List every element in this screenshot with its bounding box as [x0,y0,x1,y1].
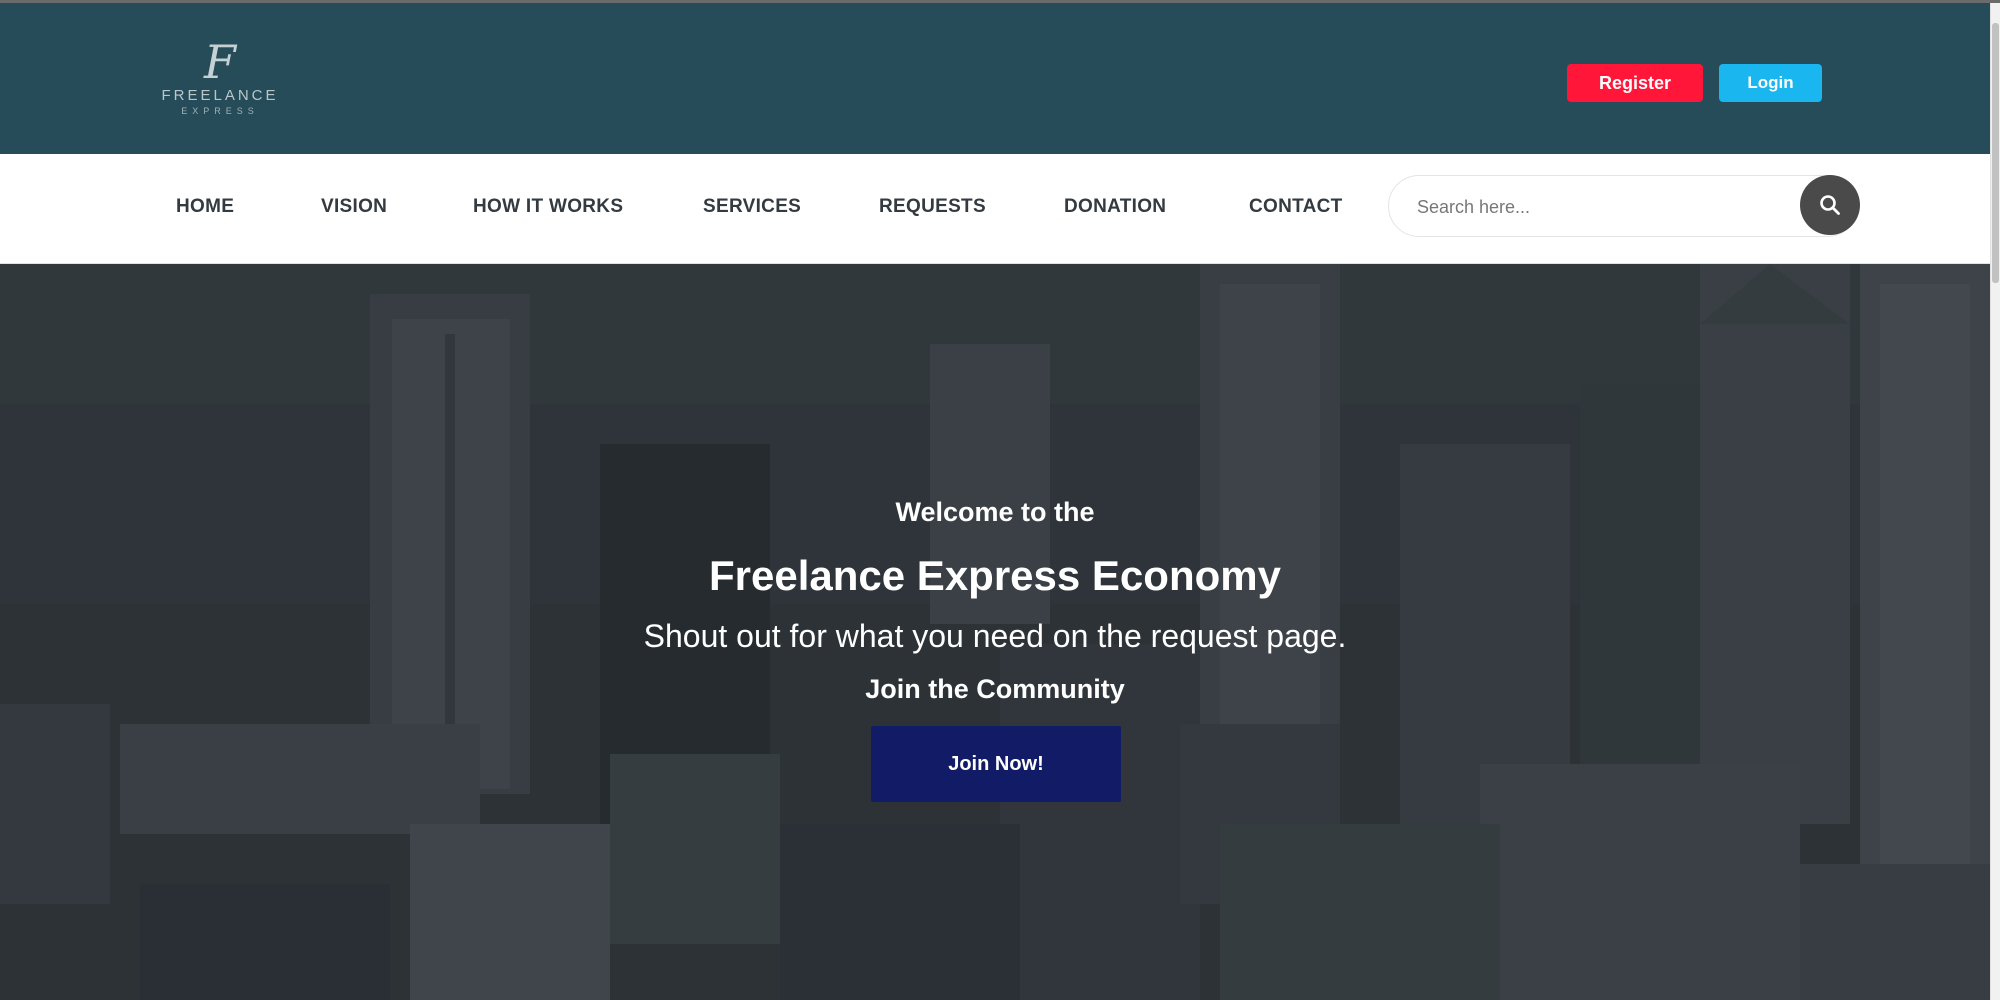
search-button[interactable] [1800,175,1860,235]
logo-subtitle: EXPRESS [181,106,259,116]
page-scrollbar[interactable] [1990,3,2000,1000]
join-community-text: Join the Community [865,674,1125,704]
hero-title: Freelance Express Economy [709,552,1281,599]
hero-welcome-text: Welcome to the [895,497,1095,527]
register-button[interactable]: Register [1567,64,1703,102]
nav-item-home[interactable]: HOME [176,196,234,218]
search-box [1388,175,1858,237]
scrollbar-thumb[interactable] [1992,23,1999,283]
nav-item-contact[interactable]: CONTACT [1249,196,1343,218]
freelance-express-logo[interactable]: F FREELANCE EXPRESS [150,39,290,125]
logo-mark: F [204,35,236,89]
login-button[interactable]: Login [1719,64,1822,102]
main-navigation: HOME VISION HOW IT WORKS SERVICES REQUES… [0,154,1990,264]
nav-item-vision[interactable]: VISION [321,196,387,218]
search-input[interactable] [1417,190,1777,224]
nav-item-requests[interactable]: REQUESTS [879,196,986,218]
nav-item-services[interactable]: SERVICES [703,196,801,218]
search-icon [1820,195,1840,215]
logo-name: FREELANCE [161,87,279,104]
nav-item-donation[interactable]: DONATION [1064,196,1166,218]
hero-subtitle: Shout out for what you need on the reque… [643,618,1347,654]
hero-section: Welcome to the Freelance Express Economy… [0,264,1990,1000]
site-header: F FREELANCE EXPRESS Register Login [0,3,1990,154]
join-now-button[interactable]: Join Now! [871,726,1121,802]
nav-item-how-it-works[interactable]: HOW IT WORKS [473,196,623,218]
